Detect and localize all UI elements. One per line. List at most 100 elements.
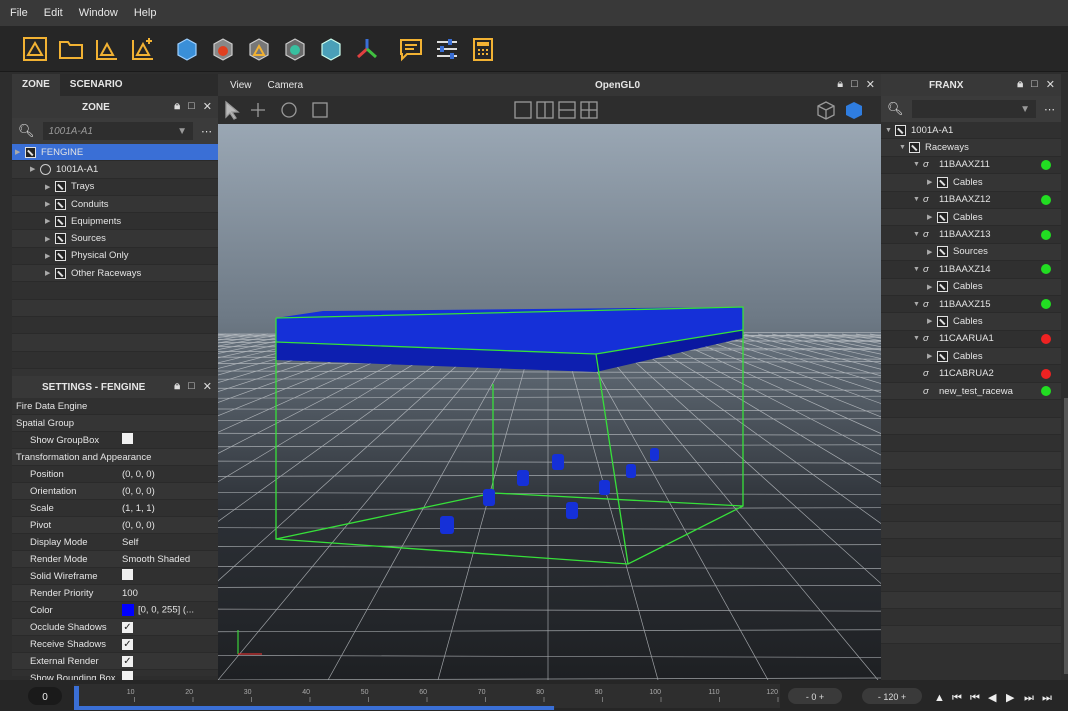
expand-arrow-icon[interactable]: ▼	[899, 144, 909, 151]
franx-tree-item[interactable]: ▼ σ 11BAAXZ14	[881, 261, 1061, 279]
zone-search-input[interactable]: 1001A-A1 ▼	[42, 122, 193, 140]
franx-tree-item[interactable]: ▼ σ 11BAAXZ13	[881, 226, 1061, 244]
setting-value[interactable]: ✓	[122, 621, 218, 633]
zone-tree-item[interactable]: ▶ Other Raceways	[12, 265, 218, 283]
open-folder-icon[interactable]	[56, 34, 86, 64]
setting-value[interactable]: (0, 0, 0)	[122, 520, 218, 531]
expand-arrow-icon[interactable]: ▶	[45, 269, 55, 277]
expand-arrow-icon[interactable]: ▶	[15, 148, 25, 156]
layout-vsplit-icon[interactable]	[536, 101, 554, 119]
sliders-icon[interactable]	[432, 34, 462, 64]
checkbox[interactable]: ✓	[122, 638, 133, 650]
expand-arrow-icon[interactable]: ▼	[913, 301, 923, 308]
checkbox[interactable]: ✓	[122, 655, 133, 667]
tab-zone[interactable]: ZONE	[12, 74, 60, 96]
lock-icon[interactable]: 🔒︎	[174, 100, 180, 113]
dropdown-arrow-icon[interactable]: ▼	[177, 126, 187, 137]
setting-value[interactable]: Smooth Shaded	[122, 554, 218, 565]
menu-window[interactable]: Window	[79, 7, 118, 19]
select-arrow-icon[interactable]	[225, 100, 240, 120]
expand-arrow-icon[interactable]: ▶	[927, 283, 937, 291]
more-options-icon[interactable]: ⋯	[1044, 103, 1055, 116]
close-icon[interactable]: ✕	[203, 100, 212, 113]
float-icon[interactable]: □	[188, 100, 195, 113]
axes-icon[interactable]	[352, 34, 382, 64]
franx-tree-item[interactable]: ▼ Raceways	[881, 139, 1061, 157]
float-icon[interactable]: □	[188, 380, 195, 393]
settings-row[interactable]: Receive Shadows ✓	[12, 636, 218, 653]
play-icon[interactable]: ▶	[1006, 692, 1015, 704]
skip-start-icon[interactable]: ⏮	[952, 692, 962, 704]
expand-arrow-icon[interactable]: ▶	[45, 235, 55, 243]
rotate-icon[interactable]	[281, 102, 297, 118]
franx-search-input[interactable]: ▼	[911, 100, 1036, 118]
close-icon[interactable]: ✕	[866, 78, 875, 91]
timeline-track[interactable]	[74, 684, 780, 708]
zone-tree-item[interactable]: ▶ Equipments	[12, 213, 218, 231]
settings-row[interactable]: Occlude Shadows ✓	[12, 619, 218, 636]
expand-arrow-icon[interactable]: ▼	[913, 161, 923, 168]
expand-arrow-icon[interactable]: ▶	[30, 165, 40, 173]
setting-value[interactable]: (1, 1, 1)	[122, 503, 218, 514]
green-cube-icon[interactable]	[280, 34, 310, 64]
float-icon[interactable]: □	[851, 78, 858, 91]
expand-arrow-icon[interactable]: ▼	[913, 266, 923, 273]
expand-arrow-icon[interactable]: ▶	[927, 352, 937, 360]
timeline-playhead[interactable]	[74, 686, 79, 706]
franx-tree-item[interactable]: σ 11CABRUA2	[881, 365, 1061, 383]
new-zone-icon[interactable]	[20, 34, 50, 64]
expand-arrow-icon[interactable]: ▼	[913, 335, 923, 342]
setting-value[interactable]	[122, 433, 218, 447]
move-icon[interactable]	[251, 103, 265, 117]
3d-scene[interactable]	[218, 124, 881, 680]
franx-tree-item[interactable]: ▶ Cables	[881, 174, 1061, 192]
zone-tree-item[interactable]: ▶ Physical Only	[12, 248, 218, 266]
expand-arrow-icon[interactable]: ▶	[45, 200, 55, 208]
zone-tree-item[interactable]: ▶ 1001A-A1	[12, 161, 218, 179]
more-options-icon[interactable]: ⋯	[201, 125, 212, 138]
setting-value[interactable]: (0, 0, 0)	[122, 486, 218, 497]
franx-tree-item[interactable]: ▶ Sources	[881, 243, 1061, 262]
skip-end-icon[interactable]: ⏭	[1042, 692, 1052, 704]
expand-arrow-icon[interactable]: ▶	[45, 252, 55, 260]
setting-value[interactable]	[122, 569, 218, 583]
setting-value[interactable]: 100	[122, 588, 218, 599]
expand-arrow-icon[interactable]: ▼	[913, 231, 923, 238]
calculator-icon[interactable]	[468, 34, 498, 64]
setting-value[interactable]: ✓	[122, 655, 218, 667]
solid-cube-icon[interactable]	[846, 102, 862, 119]
warning-icon[interactable]: ▲	[934, 692, 945, 704]
setting-value[interactable]: Self	[122, 537, 218, 548]
expand-arrow-icon[interactable]: ▼	[913, 196, 923, 203]
menu-help[interactable]: Help	[134, 7, 157, 19]
franx-tree-item[interactable]: ▶ Cables	[881, 208, 1061, 227]
fire-cube-icon[interactable]	[208, 34, 238, 64]
float-icon[interactable]: □	[1031, 78, 1038, 91]
settings-row[interactable]: External Render ✓	[12, 653, 218, 670]
layout-hsplit-icon[interactable]	[558, 101, 576, 119]
expand-arrow-icon[interactable]: ▼	[885, 127, 895, 134]
settings-row[interactable]: Show GroupBox	[12, 432, 218, 449]
layout-quad-icon[interactable]	[580, 101, 598, 119]
expand-arrow-icon[interactable]: ▶	[45, 217, 55, 225]
checkbox[interactable]	[122, 433, 133, 444]
setting-value[interactable]: ✓	[122, 638, 218, 650]
zone-tree-item[interactable]: ▶ Trays	[12, 179, 218, 196]
expand-arrow-icon[interactable]: ▶	[45, 183, 55, 191]
settings-scrollbar[interactable]	[1064, 398, 1068, 674]
teal-cube-icon[interactable]	[316, 34, 346, 64]
tab-scenario[interactable]: SCENARIO	[60, 74, 133, 96]
step-forward-icon[interactable]: ⏭	[1024, 692, 1034, 704]
zone-tree-item[interactable]: ▶ FENGINE	[12, 144, 218, 162]
play-back-icon[interactable]: ◀	[988, 692, 997, 704]
alert-cube-icon[interactable]	[244, 34, 274, 64]
franx-tree-item[interactable]: ▶ Cables	[881, 348, 1061, 366]
cube-icon[interactable]	[172, 34, 202, 64]
zone-tree-item[interactable]: ▶ Conduits	[12, 195, 218, 214]
color-swatch[interactable]	[122, 604, 134, 616]
zone-icon[interactable]	[92, 34, 122, 64]
layout-single-icon[interactable]	[514, 101, 532, 119]
zone-plus-icon[interactable]	[128, 34, 158, 64]
expand-arrow-icon[interactable]: ▶	[927, 248, 937, 256]
scale-icon[interactable]	[312, 102, 328, 118]
